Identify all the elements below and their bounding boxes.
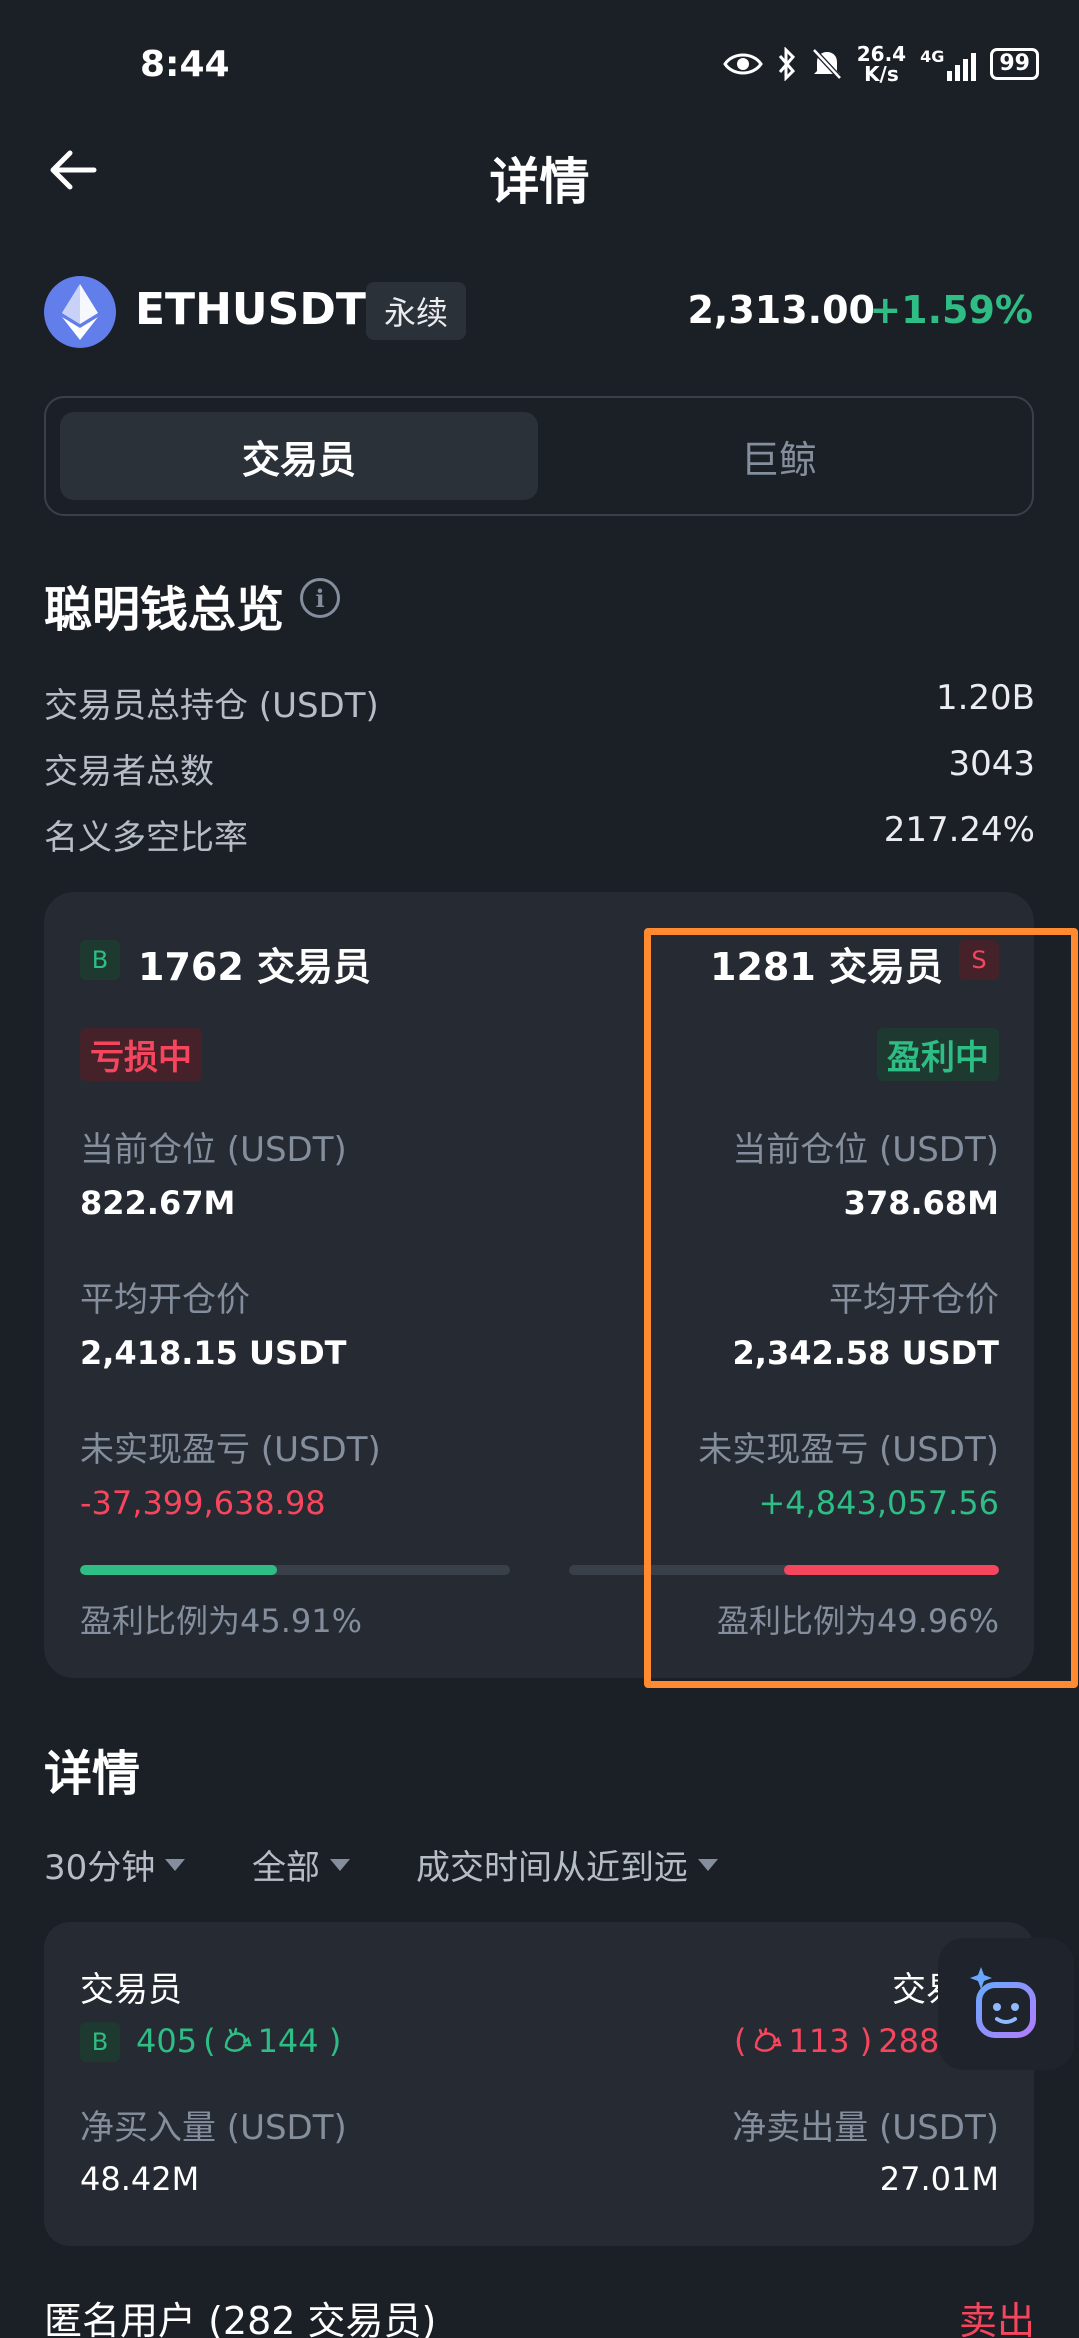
symbol-name: ETHUSDT bbox=[135, 284, 366, 335]
ethereum-icon bbox=[44, 276, 116, 348]
long-position-label: 当前仓位 (USDT) bbox=[80, 1130, 347, 1170]
sort-filter-label: 成交时间从近到远 bbox=[416, 1848, 688, 1888]
buy-whale-count: 144 ) bbox=[257, 2022, 342, 2060]
ai-assistant-icon bbox=[970, 1967, 1036, 2038]
buy-trader-stats: 405 ( 144 ) bbox=[136, 2022, 341, 2060]
long-short-ratio-label: 名义多空比率 bbox=[44, 818, 248, 858]
sell-trader-count: 288 bbox=[878, 2022, 940, 2060]
tab-traders[interactable]: 交易员 bbox=[60, 412, 538, 500]
long-upnl-label: 未实现盈亏 (USDT) bbox=[80, 1430, 381, 1470]
net-sell-label: 净卖出量 (USDT) bbox=[732, 2108, 999, 2148]
details-left-title: 交易员 bbox=[80, 1970, 182, 2010]
network-type: 4G bbox=[920, 47, 945, 66]
total-position-label: 交易员总持仓 (USDT) bbox=[44, 686, 379, 726]
eye-icon bbox=[722, 53, 763, 75]
info-icon[interactable]: i bbox=[300, 578, 340, 618]
status-icons: 26.4 K/s 4G 99 bbox=[722, 44, 1039, 84]
signal-icon: 4G bbox=[920, 47, 977, 81]
long-profit-ratio: 盈利比例为45.91% bbox=[80, 1602, 363, 1640]
long-position-value: 822.67M bbox=[80, 1184, 236, 1222]
total-traders-label: 交易者总数 bbox=[44, 752, 214, 792]
net-buy-value: 48.42M bbox=[80, 2160, 200, 2198]
last-price: 2,313.00 bbox=[687, 288, 875, 332]
caret-down-icon bbox=[330, 1858, 350, 1871]
whale-icon bbox=[755, 2027, 783, 2052]
segment-tabs: 交易员 巨鲸 bbox=[44, 396, 1034, 516]
battery-level: 99 bbox=[999, 51, 1030, 76]
long-upnl-value: -37,399,638.98 bbox=[80, 1484, 326, 1522]
buy-badge: B bbox=[80, 940, 120, 980]
anonymous-user-label: 匿名用户 (282 交易员) bbox=[44, 2299, 437, 2338]
overview-title: 聪明钱总览 bbox=[44, 582, 285, 638]
status-time: 8:44 bbox=[140, 44, 230, 85]
battery-icon: 99 bbox=[990, 48, 1039, 80]
whale-icon bbox=[224, 2027, 252, 2052]
caret-down-icon bbox=[698, 1858, 718, 1871]
timeframe-filter[interactable]: 30分钟 bbox=[44, 1840, 186, 1889]
mute-bell-icon bbox=[811, 48, 842, 80]
net-speed-unit: K/s bbox=[864, 62, 899, 86]
side-filter-label: 全部 bbox=[252, 1848, 320, 1888]
long-trader-count: 1762 交易员 bbox=[138, 945, 371, 989]
sort-filter[interactable]: 成交时间从近到远 bbox=[416, 1840, 718, 1889]
price-change: +1.59% bbox=[869, 288, 1033, 332]
page-title: 详情 bbox=[489, 153, 590, 211]
long-profit-bar bbox=[80, 1565, 510, 1575]
bluetooth-icon bbox=[778, 47, 795, 81]
timeframe-filter-label: 30分钟 bbox=[44, 1848, 156, 1888]
total-position-value: 1.20B bbox=[935, 678, 1035, 718]
buy-trader-count: 405 bbox=[136, 2022, 198, 2060]
tab-whales[interactable]: 巨鲸 bbox=[540, 412, 1018, 500]
details-buy-badge: B bbox=[80, 2022, 120, 2062]
annotation-highlight-box bbox=[644, 928, 1078, 1688]
sell-whale-paren: ( bbox=[734, 2022, 747, 2060]
sell-trader-stats: ( 113 ) 288 bbox=[734, 2022, 939, 2060]
net-speed-value: 26.4 bbox=[856, 42, 907, 66]
net-speed: 26.4 K/s bbox=[857, 44, 906, 84]
total-traders-value: 3043 bbox=[948, 744, 1035, 784]
long-short-ratio-value: 217.24% bbox=[883, 810, 1035, 850]
ai-assistant-button[interactable] bbox=[938, 1938, 1074, 2070]
perpetual-badge: 永续 bbox=[366, 282, 467, 340]
side-filter[interactable]: 全部 bbox=[252, 1840, 350, 1889]
long-pnl-status: 亏损中 bbox=[80, 1028, 202, 1081]
long-profit-bar-fill bbox=[80, 1565, 278, 1575]
caret-down-icon bbox=[165, 1858, 186, 1871]
buy-whale-paren: ( bbox=[203, 2022, 216, 2060]
sell-side-label: 卖出 bbox=[958, 2299, 1035, 2338]
details-title: 详情 bbox=[44, 1746, 141, 1802]
net-buy-label: 净买入量 (USDT) bbox=[80, 2108, 347, 2148]
long-avg-price-label: 平均开仓价 bbox=[80, 1280, 250, 1320]
net-sell-value: 27.01M bbox=[879, 2160, 999, 2198]
long-avg-price-value: 2,418.15 USDT bbox=[80, 1334, 347, 1372]
sell-whale-count: 113 ) bbox=[788, 2022, 873, 2060]
